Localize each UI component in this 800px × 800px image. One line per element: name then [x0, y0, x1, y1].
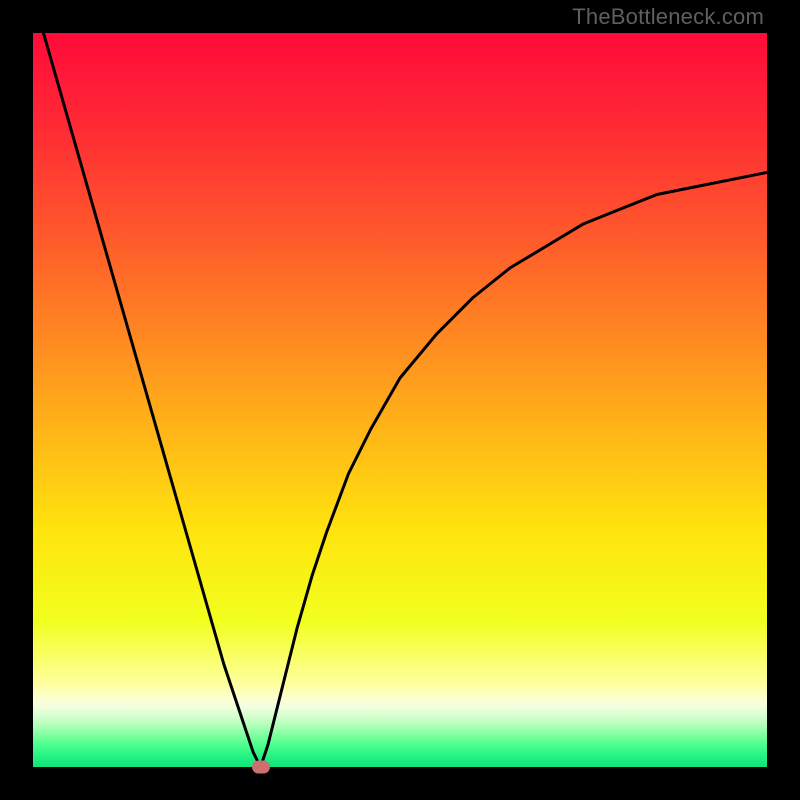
chart-stage: TheBottleneck.com [0, 0, 800, 800]
curve-layer [33, 33, 767, 767]
plot-area [33, 33, 767, 767]
curve-path [33, 0, 767, 767]
minimum-marker [252, 761, 270, 774]
watermark-text: TheBottleneck.com [572, 4, 764, 30]
